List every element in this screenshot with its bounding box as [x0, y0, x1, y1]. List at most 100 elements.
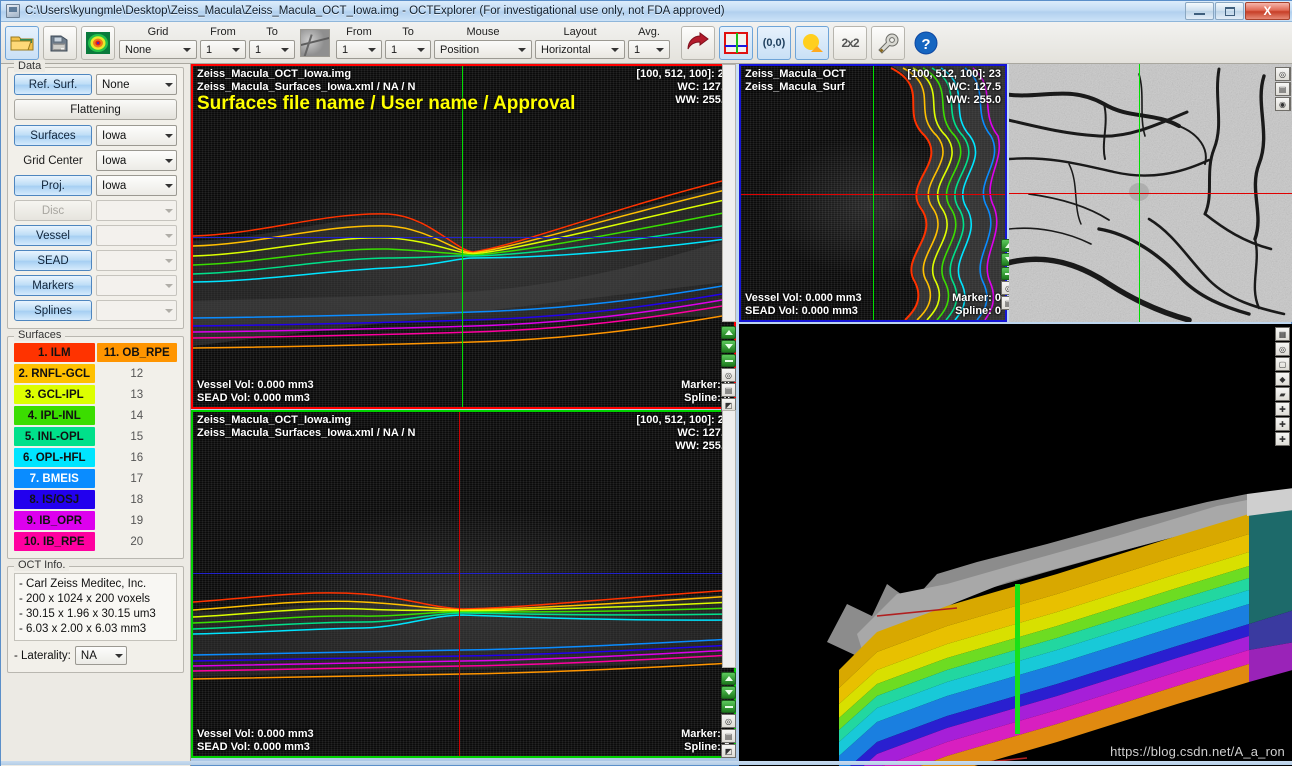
flattening-button[interactable]: Flattening — [14, 99, 177, 120]
color-map-icon[interactable]: ◉ — [1275, 97, 1290, 111]
grid-center-select[interactable]: Iowa — [96, 150, 177, 171]
mouse-mode-select[interactable]: Position — [434, 40, 532, 59]
surface-legend-item[interactable]: 10. IB_RPE — [14, 532, 95, 551]
b-scan-bottom-horizontal-line — [193, 573, 734, 574]
grid-red-icon[interactable]: ✚ — [1275, 402, 1290, 416]
grid-blue-icon[interactable]: ✚ — [1275, 432, 1290, 446]
grid-from-select[interactable]: 1 — [200, 40, 246, 59]
maximize-button[interactable] — [1215, 2, 1244, 20]
two-by-two-layout-button[interactable]: 2x2 — [833, 25, 867, 60]
laterality-select[interactable]: NA — [74, 646, 127, 665]
snapshot-icon[interactable]: ◎ — [721, 714, 736, 728]
surface-legend-item[interactable]: 8. IS/OSJ — [14, 490, 95, 509]
save-view-icon[interactable]: ▤ — [721, 383, 736, 397]
close-icon: X — [1263, 4, 1272, 18]
crosshair-toggle-button[interactable] — [719, 25, 753, 60]
en-face-viewport[interactable]: ◎ ▤ ◉ — [1009, 64, 1292, 322]
row-surfaces: Surfaces Iowa — [14, 125, 177, 146]
b-scan-bottom-viewport[interactable]: Zeiss_Macula_OCT_Iowa.img Zeiss_Macula_S… — [191, 410, 736, 758]
proj-button[interactable]: Proj. — [14, 175, 92, 196]
surface-legend-item[interactable]: 14 — [97, 406, 178, 425]
ref-surf-button[interactable]: Ref. Surf. — [14, 74, 92, 95]
scroll-up-button[interactable] — [721, 672, 736, 685]
scroll-down-button[interactable] — [721, 686, 736, 699]
slab-icon[interactable]: ▰ — [1275, 387, 1290, 401]
surface-legend-item[interactable]: 5. INL-OPL — [14, 427, 95, 446]
camera-icon[interactable]: ◎ — [1275, 342, 1290, 356]
avg-select[interactable]: 1 — [628, 40, 670, 59]
open-file-button[interactable] — [5, 25, 39, 60]
c-scan-viewport[interactable]: Zeiss_Macula_OCT Zeiss_Macula_Surf [100,… — [739, 64, 1007, 322]
proj-to-select[interactable]: 1 — [385, 40, 431, 59]
snapshot-icon[interactable]: ◎ — [721, 368, 736, 382]
surface-legend-item[interactable]: 16 — [97, 448, 178, 467]
surface-legend-item[interactable]: 9. IB_OPR — [14, 511, 95, 530]
row-disc: Disc — [14, 200, 177, 221]
surface-legend-item[interactable]: 17 — [97, 469, 178, 488]
layout-select[interactable]: Horizontal — [535, 40, 625, 59]
scroll-reset-button[interactable] — [721, 354, 736, 367]
grid-to-select[interactable]: 1 — [249, 40, 295, 59]
origin-coordinate-button[interactable]: (0,0) — [757, 25, 791, 60]
surface-legend-item[interactable]: 12 — [97, 364, 178, 383]
help-button[interactable]: ? — [909, 26, 943, 60]
oct-info-line: - Carl Zeiss Meditec, Inc. — [19, 578, 147, 590]
chevron-down-icon — [114, 653, 123, 658]
save-view-icon[interactable]: ▤ — [1275, 82, 1290, 96]
thumbnail-icon[interactable]: ▦ — [1275, 327, 1290, 341]
close-button[interactable]: X — [1245, 2, 1290, 20]
proj-select[interactable]: Iowa — [96, 175, 177, 196]
surface-legend-item[interactable]: 18 — [97, 490, 178, 509]
b-scan-top-viewport[interactable]: Zeiss_Macula_OCT_Iowa.img Zeiss_Macula_S… — [191, 64, 736, 409]
surface-legend-item[interactable]: 20 — [97, 532, 178, 551]
surface-legend-item[interactable]: 1. ILM — [14, 343, 95, 362]
three-d-render-viewport[interactable]: https://blog.csdn.net/A_a_ron — [739, 324, 1292, 766]
surface-legend-item[interactable]: 13 — [97, 385, 178, 404]
chevron-down-icon — [165, 283, 173, 288]
brightness-button[interactable] — [795, 25, 829, 60]
surface-legend-item[interactable]: 4. IPL-INL — [14, 406, 95, 425]
surface-legend-item[interactable]: 7. BMEIS — [14, 469, 95, 488]
surface-legend-item[interactable]: 6. OPL-HFL — [14, 448, 95, 467]
surfaces-button[interactable]: Surfaces — [14, 125, 92, 146]
save-view-icon[interactable]: ▤ — [721, 729, 736, 743]
grid-green-icon[interactable]: ✚ — [1275, 417, 1290, 431]
export-view-icon[interactable]: ◩ — [721, 744, 736, 758]
b-scan-bottom-scrollbar[interactable] — [722, 410, 736, 668]
settings-button[interactable] — [871, 25, 905, 60]
splines-button[interactable]: Splines — [14, 300, 92, 321]
c-scan-spline: Spline: 0 — [955, 305, 1001, 317]
scroll-down-button[interactable] — [721, 340, 736, 353]
b-scan-top-scrollbar[interactable] — [722, 64, 736, 322]
c-scan-wc: WC: 127.5 — [948, 81, 1001, 93]
surfaces-select[interactable]: Iowa — [96, 125, 177, 146]
thickness-map-button[interactable] — [81, 25, 115, 60]
window-title: C:\Users\kyungmle\Desktop\Zeiss_Macula\Z… — [25, 5, 725, 17]
grid-select[interactable]: None — [119, 40, 197, 59]
markers-button[interactable]: Markers — [14, 275, 92, 296]
snapshot-icon[interactable]: ◎ — [1275, 67, 1290, 81]
chevron-down-icon — [165, 133, 173, 138]
chevron-down-icon — [518, 47, 526, 52]
scroll-up-button[interactable] — [721, 326, 736, 339]
laterality-row: - Laterality: NA — [14, 646, 177, 665]
surface-legend-item[interactable]: 11. OB_RPE — [96, 343, 177, 362]
ref-surf-select[interactable]: None — [96, 74, 177, 95]
undo-button[interactable] — [681, 25, 715, 60]
sead-button[interactable]: SEAD — [14, 250, 92, 271]
cube-icon[interactable]: ◆ — [1275, 372, 1290, 386]
minimize-button[interactable] — [1185, 2, 1214, 20]
projection-thumbnail-button[interactable] — [298, 26, 332, 60]
surface-legend-item[interactable]: 3. GCL-IPL — [14, 385, 95, 404]
surface-legend-item[interactable]: 15 — [97, 427, 178, 446]
chevron-down-icon — [232, 47, 240, 52]
b-scan-top-labels: Zeiss_Macula_OCT_Iowa.img Zeiss_Macula_S… — [197, 68, 575, 114]
surface-legend-item[interactable]: 19 — [97, 511, 178, 530]
save-file-button[interactable] — [43, 25, 77, 60]
window-icon[interactable]: ▢ — [1275, 357, 1290, 371]
scroll-reset-button[interactable] — [721, 700, 736, 713]
grid-control: Grid None — [119, 26, 197, 59]
proj-from-select[interactable]: 1 — [336, 40, 382, 59]
vessel-button[interactable]: Vessel — [14, 225, 92, 246]
surface-legend-item[interactable]: 2. RNFL-GCL — [14, 364, 95, 383]
